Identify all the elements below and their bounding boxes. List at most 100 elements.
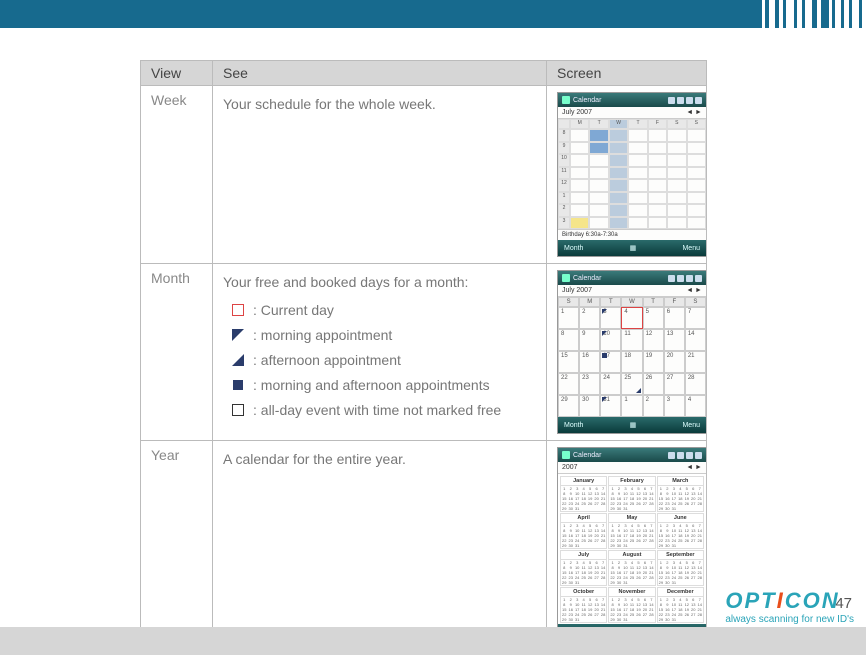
month-day-header: T [600,297,621,307]
month-day-cell: 8 [558,329,579,351]
legend-morning-label: : morning appointment [253,323,392,348]
allday-icon [231,403,245,417]
month-day-cell: 27 [664,373,685,395]
month-day-cell: 20 [664,351,685,373]
row-month: Month Your free and booked days for a mo… [141,264,707,441]
month-screenshot: Calendar July 2007 ◄ ► SMTWTFS1234567891… [557,270,707,434]
calendar-views-table: View See Screen Week Your schedule for t… [140,60,707,648]
mini-month: September1234567891011121314151617181920… [657,550,704,586]
legend-current-day-label: : Current day [253,298,334,323]
mini-month-title: December [658,588,703,597]
week-titlebar: Calendar [558,93,706,107]
softkey-left: Month [564,245,583,252]
view-month-screenshot: Calendar July 2007 ◄ ► SMTWTFS1234567891… [547,264,707,441]
month-day-cell: 15 [558,351,579,373]
month-day-header: W [621,297,642,307]
month-day-cell: 18 [621,351,642,373]
month-day-cell: 6 [664,307,685,329]
keyboard-icon: ▦ [630,244,637,252]
mini-month-title: February [609,477,654,486]
header-view: View [141,61,213,86]
full-day-icon [231,378,245,392]
legend-afternoon-label: : afternoon appointment [253,348,401,373]
opticon-logo: OPTICON always scanning for new ID's [725,590,854,625]
month-day-cell: 19 [643,351,664,373]
month-day-cell: 30 [579,395,600,417]
mini-month: May1234567891011121314151617181920212223… [608,513,655,549]
month-day-cell: 1 [621,395,642,417]
month-day-header: T [643,297,664,307]
legend-allday: : all-day event with time not marked fre… [231,399,536,421]
week-status: Birthday 6:30a-7:30a [558,229,706,240]
legend-morning: : morning appointment [231,324,536,346]
mini-month: February12345678910111213141516171819202… [608,476,655,512]
month-day-cell: 11 [621,329,642,351]
month-day-cell: 3 [664,395,685,417]
month-day-header: M [579,297,600,307]
start-icon [562,274,570,282]
softkey-right: Menu [682,422,700,429]
month-intro: Your free and booked days for a month: [223,274,468,290]
mini-month-title: March [658,477,703,486]
morning-icon [231,328,245,342]
bottom-banner [0,627,866,655]
mini-month-title: April [561,514,606,523]
month-day-cell: 26 [643,373,664,395]
mini-month: October123456789101112131415161718192021… [560,587,607,623]
view-month-label: Month [141,264,213,441]
week-date-header: July 2007 ◄ ► [558,107,706,119]
legend-full-label: : morning and afternoon appointments [253,373,490,398]
month-day-header: F [664,297,685,307]
view-week-desc: Your schedule for the whole week. [213,86,547,264]
row-year: Year A calendar for the entire year. Cal… [141,441,707,648]
logo-tagline: always scanning for new ID's [725,614,854,625]
legend-current-day: : Current day [231,299,536,321]
month-day-cell: 4 [621,307,642,329]
month-day-cell: 17 [600,351,621,373]
month-day-cell: 29 [558,395,579,417]
mini-month-title: June [658,514,703,523]
header-screen: Screen [547,61,707,86]
month-day-cell: 5 [643,307,664,329]
year-screenshot: Calendar 2007 ◄ ► January123456789101112… [557,447,707,641]
mini-month: January123456789101112131415161718192021… [560,476,607,512]
month-day-cell: 13 [664,329,685,351]
month-day-cell: 7 [685,307,706,329]
month-day-cell: 31 [600,395,621,417]
month-date-label: July 2007 [562,287,592,294]
keyboard-icon: ▦ [630,421,637,429]
month-day-cell: 16 [579,351,600,373]
legend-afternoon: : afternoon appointment [231,349,536,371]
mini-month-title: September [658,551,703,560]
mini-month-title: November [609,588,654,597]
view-month-desc: Your free and booked days for a month: :… [213,264,547,441]
current-day-icon [231,303,245,317]
header-see: See [213,61,547,86]
month-day-cell: 24 [600,373,621,395]
softkey-left: Month [564,422,583,429]
year-label: 2007 [562,464,578,471]
mini-month-title: August [609,551,654,560]
week-app-title: Calendar [573,97,665,104]
month-app-title: Calendar [573,275,665,282]
month-day-cell: 4 [685,395,706,417]
month-day-cell: 9 [579,329,600,351]
mini-month-title: May [609,514,654,523]
month-day-cell: 23 [579,373,600,395]
month-day-cell: 25 [621,373,642,395]
system-tray [668,97,702,104]
view-year-screenshot: Calendar 2007 ◄ ► January123456789101112… [547,441,707,648]
mini-month: March12345678910111213141516171819202122… [657,476,704,512]
year-grid: January123456789101112131415161718192021… [558,474,706,624]
month-day-cell: 12 [643,329,664,351]
start-icon [562,96,570,104]
legend-allday-label: : all-day event with time not marked fre… [253,398,501,423]
mini-month: June123456789101112131415161718192021222… [657,513,704,549]
month-day-cell: 2 [579,307,600,329]
mini-month: April12345678910111213141516171819202122… [560,513,607,549]
month-legend: : Current day : morning appointment [231,299,536,421]
week-nav-arrows: ◄ ► [686,109,702,116]
row-week: Week Your schedule for the whole week. C… [141,86,707,264]
month-grid: SMTWTFS123456789101112131415161718192021… [558,297,706,417]
softkey-right: Menu [682,245,700,252]
